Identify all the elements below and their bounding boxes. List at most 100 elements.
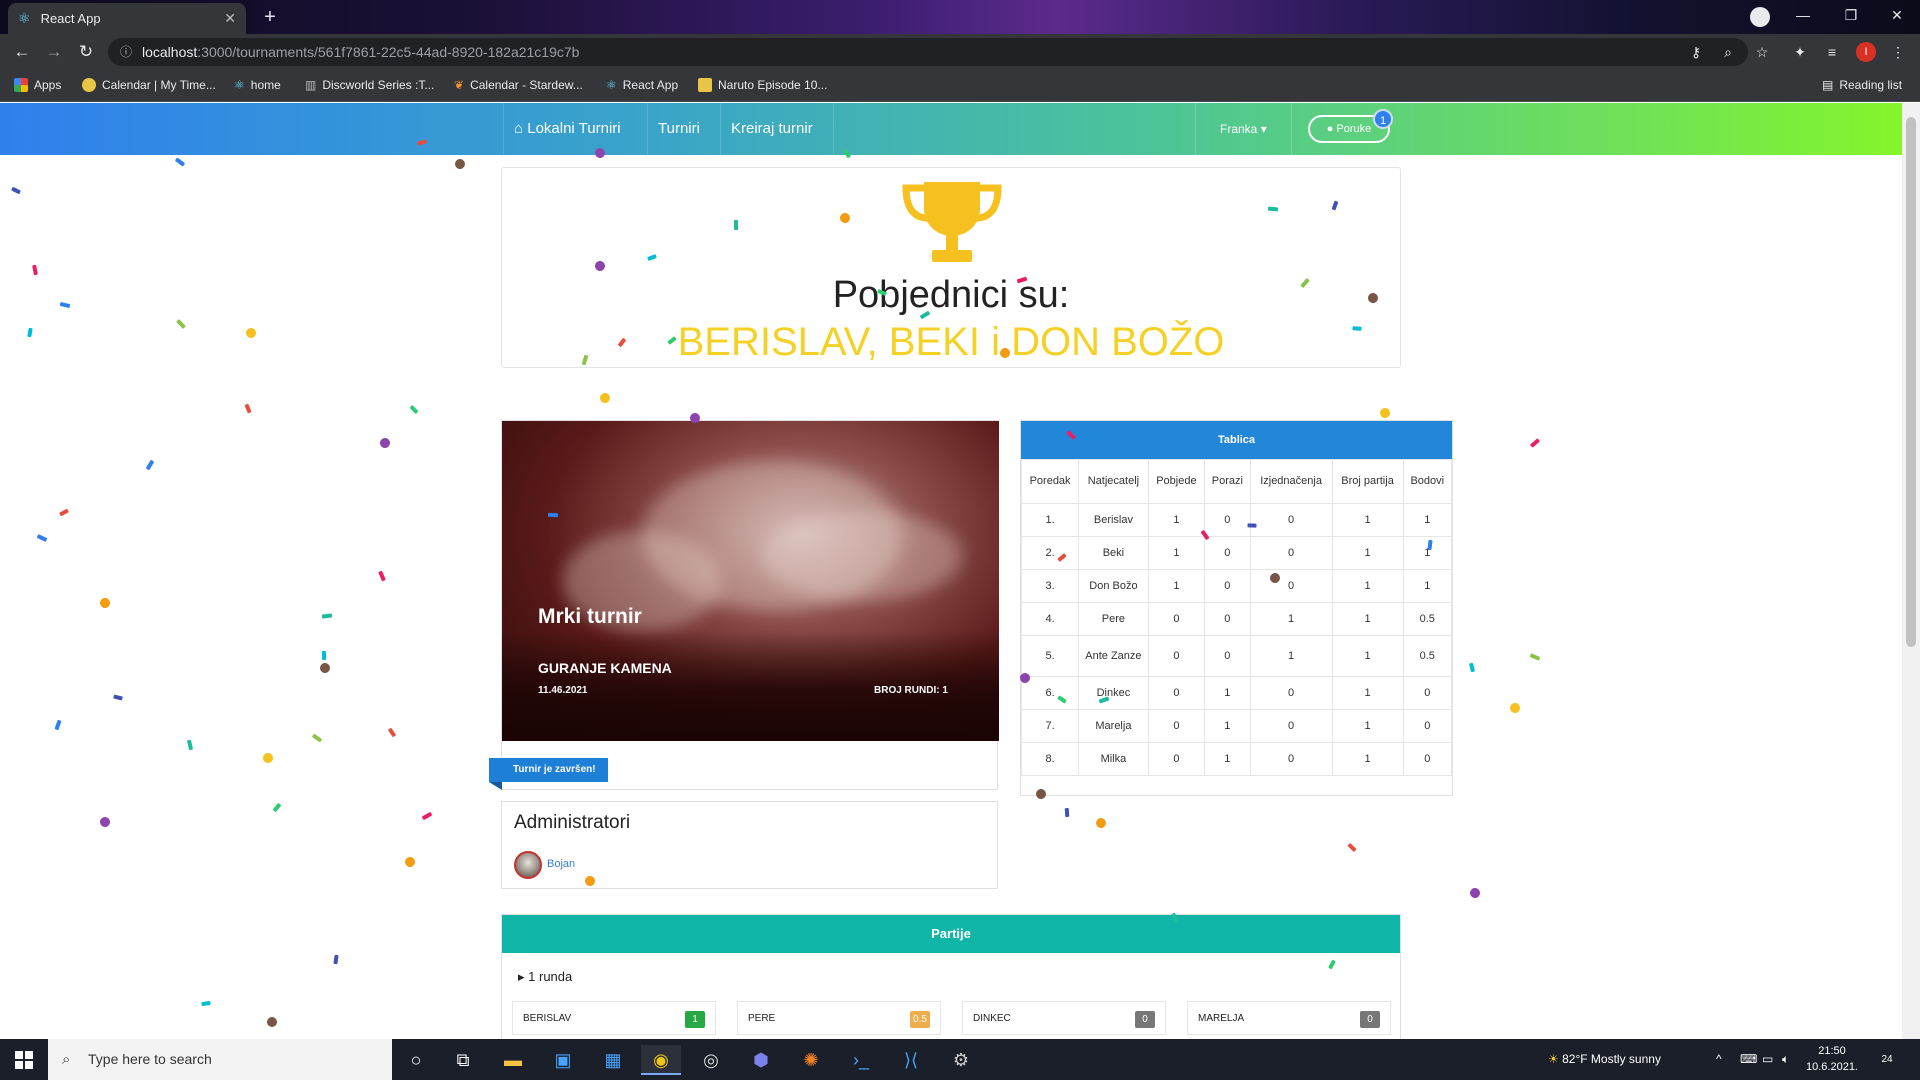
obs-icon[interactable]: ◎	[691, 1045, 731, 1075]
table-cell: 0	[1147, 676, 1206, 710]
powershell-icon[interactable]: ›_	[841, 1045, 881, 1075]
browser-tab[interactable]: ⚛ React App ✕	[8, 3, 246, 34]
settings-icon[interactable]: ⚙	[941, 1045, 981, 1075]
close-window-button[interactable]: ✕	[1874, 0, 1920, 34]
forward-arrow-icon[interactable]: →	[42, 40, 66, 64]
chrome-icon[interactable]: ◉	[641, 1045, 681, 1075]
store-icon[interactable]: ▣	[543, 1045, 583, 1075]
notifications-icon[interactable]: 24	[1876, 1049, 1898, 1069]
tournament-date: 11.46.2021	[538, 685, 588, 696]
taskbar-clock[interactable]: 21:50 10.6.2021.	[1800, 1043, 1864, 1075]
user-dropdown[interactable]: Franka ▾	[1195, 103, 1292, 155]
restore-button[interactable]: ❐	[1828, 0, 1874, 34]
confetti-piece	[321, 650, 327, 661]
profile-menu-icon[interactable]	[1750, 7, 1770, 27]
round-toggle[interactable]: ▸ 1 runda	[518, 969, 572, 985]
table-cell: 1.	[1020, 503, 1080, 537]
bookmark-discworld[interactable]: ▥ Discworld Series :T...	[305, 78, 434, 92]
table-cell: 1	[1204, 709, 1251, 743]
table-cell: 0	[1204, 569, 1251, 603]
photos-icon[interactable]: ▦	[593, 1045, 633, 1075]
teams-icon[interactable]: ⬢	[741, 1045, 781, 1075]
page-scrollbar[interactable]	[1902, 103, 1920, 1039]
network-icon[interactable]: ▭	[1762, 1039, 1773, 1080]
bookmark-label: Calendar - Stardew...	[470, 78, 583, 92]
more-menu-icon[interactable]: ⋮	[1888, 42, 1908, 62]
bookmark-react-app[interactable]: ⚛ React App	[606, 78, 678, 92]
profile-avatar[interactable]: I	[1856, 42, 1876, 62]
volume-icon[interactable]: 🔈︎	[1782, 1039, 1789, 1080]
bookmark-label: React App	[622, 78, 679, 92]
table-row: 2. Beki 1 0 0 1 1	[1020, 536, 1453, 570]
standings-table: Poredak Natjecatelj Pobjede Porazi Izjed…	[1020, 459, 1453, 776]
confetti-piece	[321, 613, 333, 619]
calendar-icon	[82, 78, 96, 92]
key-icon[interactable]: ⚷	[1686, 42, 1706, 62]
bookmark-calendar[interactable]: Calendar | My Time...	[82, 78, 216, 92]
bookmark-home[interactable]: ⚛ home	[234, 78, 281, 92]
nav-home-link[interactable]: ⌂ Lokalni Turniri	[503, 103, 631, 155]
table-row: 7. Marelja 0 1 0 1 0	[1020, 709, 1453, 743]
table-cell: 0.5	[1402, 602, 1453, 636]
confetti-piece	[1529, 653, 1541, 661]
bookmark-stardew[interactable]: ❦ Calendar - Stardew...	[454, 78, 583, 92]
cortana-icon[interactable]: ○	[396, 1045, 436, 1075]
avatar[interactable]	[514, 851, 542, 879]
reading-mode-icon[interactable]: ≡	[1822, 42, 1842, 62]
star-icon[interactable]: ☆	[1752, 42, 1772, 62]
match-card[interactable]: MARELJA 0	[1187, 1001, 1391, 1035]
task-view-icon[interactable]: ⧉	[443, 1045, 483, 1075]
match-card[interactable]: DINKEC 0	[962, 1001, 1166, 1035]
nav-tournaments-link[interactable]: Turniri	[647, 103, 710, 155]
back-arrow-icon[interactable]: ←	[10, 40, 34, 64]
bookmark-label: Apps	[34, 78, 62, 92]
match-score-badge: 0	[1135, 1011, 1155, 1028]
tray-chevron-icon[interactable]: ^	[1716, 1039, 1722, 1080]
scrollbar-thumb[interactable]	[1906, 117, 1916, 647]
administrators-title: Administratori	[514, 812, 631, 833]
match-card[interactable]: PERE 0.5	[737, 1001, 941, 1035]
match-card[interactable]: BERISLAV 1	[512, 1001, 716, 1035]
new-tab-button[interactable]: +	[256, 5, 284, 31]
winners-card: Pobjednici su: BERISLAV, BEKI i DON BOŽO	[501, 167, 1401, 368]
info-icon[interactable]: ⓘ	[120, 38, 132, 66]
nav-create-link[interactable]: Kreiraj turnir	[720, 103, 823, 155]
windows-start-icon[interactable]	[0, 1039, 48, 1080]
vscode-icon[interactable]: ⟩⟨	[891, 1045, 931, 1075]
user-name: Franka	[1220, 122, 1258, 136]
weather-widget[interactable]: ☀ 82°F Mostly sunny	[1548, 1039, 1661, 1080]
table-cell: 0	[1249, 676, 1333, 710]
zoom-icon[interactable]: ⌕	[1718, 42, 1738, 62]
winners-title: Pobjednici su:	[832, 274, 1070, 316]
language-icon[interactable]: ⌨	[1740, 1039, 1757, 1080]
react-icon: ⚛	[234, 78, 245, 92]
table-cell: Dinkec	[1078, 676, 1149, 710]
bookmark-naruto[interactable]: Naruto Episode 10...	[698, 78, 827, 92]
table-cell: 0	[1204, 602, 1251, 636]
confetti-piece	[272, 802, 282, 813]
table-cell: 1	[1249, 635, 1333, 677]
confetti-piece	[11, 186, 21, 195]
extensions-icon[interactable]: ✦	[1790, 42, 1810, 62]
address-bar[interactable]: ⓘ localhost:3000/tournaments/561f7861-22…	[108, 38, 1748, 66]
blender-icon[interactable]: ✺	[791, 1045, 831, 1075]
admin-name-link[interactable]: Bojan	[547, 858, 575, 870]
table-cell: 1	[1204, 742, 1251, 776]
url-host: localhost	[142, 44, 198, 60]
bookmark-label: Naruto Episode 10...	[718, 78, 828, 92]
reload-icon[interactable]: ↻	[74, 40, 98, 64]
close-tab-icon[interactable]: ✕	[224, 10, 236, 27]
confetti-piece	[98, 596, 112, 610]
table-cell: 1	[1147, 503, 1206, 537]
bookmark-apps[interactable]: Apps	[14, 78, 61, 92]
tournament-card: Mrki turnir GURANJE KAMENA 11.46.2021 BR…	[489, 420, 999, 790]
confetti-piece	[317, 660, 333, 676]
reading-list-button[interactable]: ▤ Reading list	[1822, 78, 1902, 92]
match-score-badge: 0	[1360, 1011, 1380, 1028]
minimize-button[interactable]: —	[1780, 0, 1826, 34]
confetti-piece	[311, 733, 323, 743]
table-cell: 3.	[1020, 569, 1080, 603]
file-explorer-icon[interactable]: ▬	[493, 1045, 533, 1075]
table-cell: 4.	[1020, 602, 1080, 636]
taskbar-search-input[interactable]: ⌕ Type here to search	[48, 1039, 392, 1080]
